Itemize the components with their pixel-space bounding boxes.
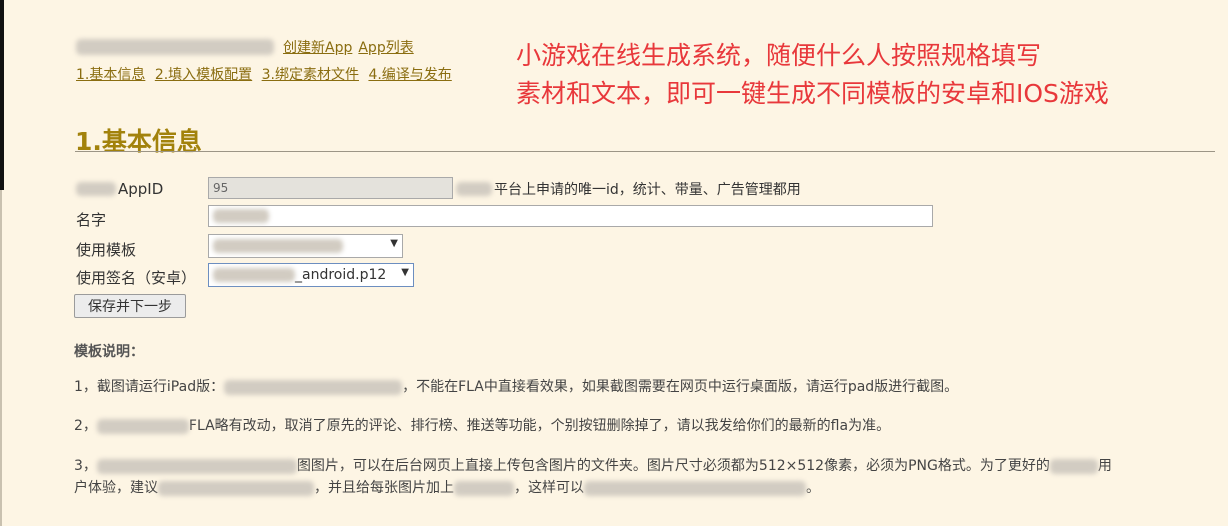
create-app-link[interactable]: 创建新App — [283, 37, 352, 57]
signature-label: 使用签名（安卓） — [76, 269, 197, 287]
note-3-prefix: 3， — [74, 458, 97, 474]
step-link-template-config[interactable]: 2.填入模板配置 — [155, 67, 252, 83]
note-3-text-c: 户体验，建议 — [74, 480, 158, 496]
redacted-template-value — [213, 239, 343, 253]
appid-hint: 平台上申请的唯一id，统计、带量、广告管理都用 — [456, 179, 801, 199]
save-next-button[interactable]: 保存并下一步 — [74, 294, 186, 318]
note-1: 1，截图请运行iPad版： ，不能在FLA中直接看效果，如果截图需要在网页中运行桌… — [74, 376, 958, 398]
signature-value: _android.p12 — [295, 267, 387, 283]
app-list-link[interactable]: App列表 — [358, 37, 413, 57]
appid-label: AppID — [118, 180, 164, 198]
redacted-game-name — [96, 418, 189, 434]
redacted-platform-name — [456, 182, 492, 196]
redacted-text — [96, 458, 297, 474]
name-field[interactable] — [208, 205, 933, 227]
note-3-text-b: 用 — [1097, 458, 1112, 474]
note-2-text: FLA略有改动，取消了原先的评论、排行榜、推送等功能，个别按钮删除掉了，请以我发… — [188, 418, 891, 434]
template-notes-title: 模板说明： — [74, 344, 144, 360]
redacted-url — [224, 379, 403, 395]
note-3-text-a: 图图片，可以在后台网页上直接上传包含图片的文件夹。图片尺寸必须都为512×512… — [296, 458, 1050, 474]
template-label: 使用模板 — [76, 241, 137, 259]
redacted-text — [1049, 458, 1098, 474]
section-title: 1.基本信息 — [75, 127, 202, 156]
redacted-name-value — [213, 209, 269, 223]
note-1-prefix: 1，截图请运行iPad版： — [74, 379, 225, 395]
step-link-bind-assets[interactable]: 3.绑定素材文件 — [262, 67, 359, 83]
note-2: 2， FLA略有改动，取消了原先的评论、排行榜、推送等功能，个别按钮删除掉了，请以… — [74, 415, 890, 437]
annotation-line-2: 素材和文本，即可一键生成不同模板的安卓和IOS游戏 — [516, 79, 1109, 108]
name-label: 名字 — [76, 211, 107, 229]
note-1-text: ，不能在FLA中直接看效果，如果截图需要在网页中运行桌面版，请运行pad版进行截… — [402, 379, 959, 395]
step-link-basic-info[interactable]: 1.基本信息 — [76, 67, 145, 83]
note-3-text-e: ，这样可以 — [514, 480, 584, 496]
appid-field[interactable] — [208, 177, 453, 199]
window-edge — [0, 0, 4, 190]
step-links: 1.基本信息 2.填入模板配置 3.绑定素材文件 4.编译与发布 — [76, 64, 457, 84]
redacted-platform-name — [76, 182, 116, 196]
note-2-prefix: 2， — [74, 418, 97, 434]
redacted-signature-prefix — [213, 268, 295, 282]
chevron-down-icon: ▼ — [401, 267, 409, 278]
note-3-text-d: ，并且给每张图片加上 — [314, 480, 454, 496]
redacted-site-name — [76, 39, 274, 55]
note-3: 3， 图图片，可以在后台网页上直接上传包含图片的文件夹。图片尺寸必须都为512×5… — [74, 455, 1112, 499]
top-navigation: 创建新App App列表 1.基本信息 2.填入模板配置 3.绑定素材文件 4.… — [76, 38, 457, 84]
annotation-line-1: 小游戏在线生成系统，随便什么人按照规格填写 — [516, 41, 1042, 70]
chevron-down-icon: ▼ — [390, 238, 398, 249]
step-link-compile-publish[interactable]: 4.编译与发布 — [368, 67, 451, 83]
red-annotation: 小游戏在线生成系统，随便什么人按照规格填写 素材和文本，即可一键生成不同模板的安… — [516, 37, 1109, 113]
window-edge-lower — [0, 190, 2, 526]
redacted-text — [584, 480, 806, 496]
redacted-text — [158, 480, 314, 496]
note-3-text-f: 。 — [806, 480, 820, 496]
template-select[interactable]: ▼ — [208, 234, 403, 258]
appid-hint-text: 平台上申请的唯一id，统计、带量、广告管理都用 — [494, 182, 801, 198]
section-divider — [75, 151, 1215, 152]
signature-select[interactable]: _android.p12 ▼ — [208, 263, 414, 287]
redacted-text — [454, 480, 514, 496]
